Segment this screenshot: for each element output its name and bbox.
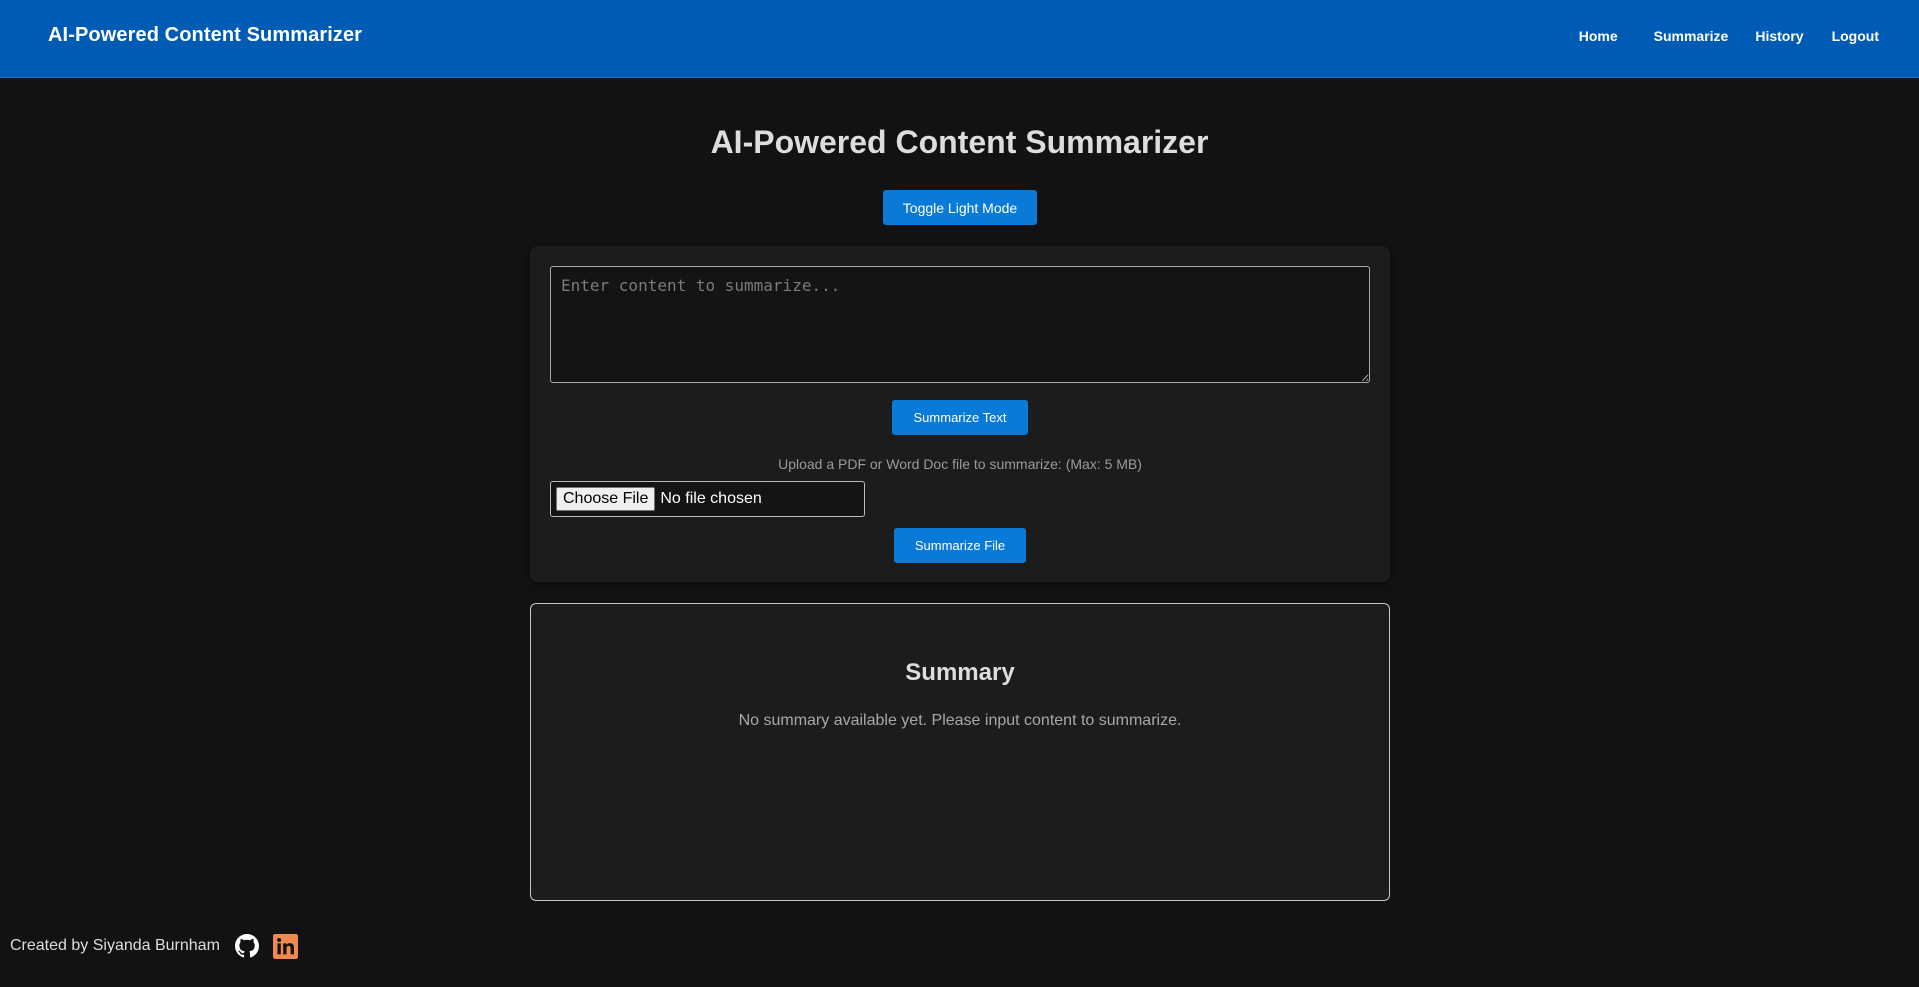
upload-label: Upload a PDF or Word Doc file to summari… bbox=[778, 456, 1142, 472]
linkedin-icon[interactable] bbox=[273, 933, 299, 959]
summary-text: No summary available yet. Please input c… bbox=[738, 712, 1182, 729]
nav-links: Home Summarize History Logout bbox=[1579, 28, 1879, 44]
summarize-text-button[interactable]: Summarize Text bbox=[892, 400, 1028, 435]
page-title: AI-Powered Content Summarizer bbox=[710, 124, 1209, 160]
choose-file-button[interactable]: Choose File bbox=[556, 487, 656, 511]
file-status-text: No file chosen bbox=[660, 490, 762, 507]
toggle-light-mode-button[interactable]: Toggle Light Mode bbox=[883, 190, 1037, 225]
summary-card: Summary No summary available yet. Please… bbox=[530, 603, 1390, 901]
summarize-file-button[interactable]: Summarize File bbox=[894, 528, 1026, 563]
summary-heading: Summary bbox=[905, 659, 1015, 686]
nav-link-home[interactable]: Home bbox=[1579, 28, 1618, 44]
nav-link-summarize[interactable]: Summarize bbox=[1654, 28, 1729, 44]
navbar: AI-Powered Content Summarizer Home Summa… bbox=[0, 0, 1919, 78]
file-input[interactable]: Choose File No file chosen bbox=[550, 481, 865, 517]
nav-link-history[interactable]: History bbox=[1755, 28, 1803, 44]
footer-credit: Created by Siyanda Burnham bbox=[10, 937, 220, 954]
github-icon[interactable] bbox=[234, 933, 260, 959]
brand-title[interactable]: AI-Powered Content Summarizer bbox=[48, 24, 362, 47]
content-textarea[interactable] bbox=[550, 266, 1370, 383]
input-card: Summarize Text Upload a PDF or Word Doc … bbox=[530, 246, 1390, 582]
footer: Created by Siyanda Burnham bbox=[10, 931, 299, 961]
nav-link-logout[interactable]: Logout bbox=[1832, 28, 1879, 44]
